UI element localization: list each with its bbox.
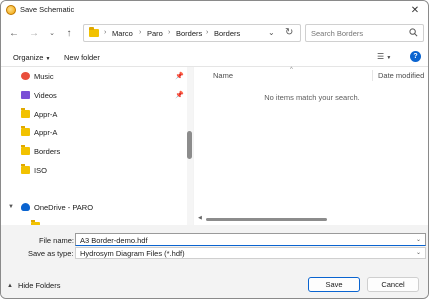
up-button[interactable]: ↑ bbox=[62, 26, 76, 40]
column-divider[interactable] bbox=[372, 70, 373, 81]
cancel-button[interactable]: Cancel bbox=[367, 277, 419, 292]
hide-folders-label: Hide Folders bbox=[17, 281, 61, 290]
nav-item-appr-a[interactable]: Appr-A bbox=[21, 107, 57, 121]
nav-item-label: Borders bbox=[34, 146, 61, 156]
filename-field[interactable]: A3 Border-demo.hdf ⌄ bbox=[75, 233, 426, 246]
chevron-right-icon: › bbox=[206, 29, 209, 36]
navigation-scrollbar-thumb[interactable] bbox=[187, 131, 192, 159]
chevron-down-icon: ⌄ bbox=[49, 30, 55, 37]
folder-icon bbox=[21, 164, 30, 174]
sort-up-icon: ^ bbox=[290, 67, 293, 73]
music-icon bbox=[21, 72, 30, 80]
pin-icon[interactable]: 📌 bbox=[175, 91, 184, 99]
chevron-right-icon: › bbox=[168, 29, 171, 36]
organize-label: Organize bbox=[13, 53, 44, 62]
nav-item-label: ISO bbox=[34, 165, 47, 175]
folder-icon bbox=[21, 126, 30, 136]
command-bar: Organize ▼ New folder ☰ ▼ ? bbox=[1, 47, 428, 67]
recent-locations-button[interactable]: ⌄ bbox=[45, 26, 59, 40]
arrow-right-icon: → bbox=[29, 27, 39, 39]
view-options-button[interactable]: ☰ ▼ bbox=[377, 52, 391, 61]
column-header-date-modified[interactable]: Date modified bbox=[378, 71, 424, 80]
list-view-icon: ☰ bbox=[377, 52, 385, 61]
chevron-down-icon[interactable]: ⌄ bbox=[416, 236, 421, 243]
close-icon: ✕ bbox=[410, 4, 420, 16]
hide-folders-button[interactable]: ▲ Hide Folders bbox=[7, 281, 60, 290]
breadcrumb-item[interactable]: Borders bbox=[214, 29, 240, 38]
organize-button[interactable]: Organize ▼ bbox=[13, 53, 50, 62]
search-icon bbox=[409, 28, 418, 37]
navigation-bar: ← → ⌄ ↑ › Marco › Paro › Borders › Borde… bbox=[1, 19, 428, 47]
window-title: Save Schematic bbox=[20, 5, 75, 14]
search-input[interactable]: Search Borders bbox=[311, 29, 363, 38]
arrow-left-icon: ← bbox=[9, 27, 19, 39]
address-bar[interactable]: › Marco › Paro › Borders › Borders ⌄ ↻ bbox=[83, 24, 301, 42]
chevron-right-icon: › bbox=[104, 29, 107, 36]
new-folder-button[interactable]: New folder bbox=[64, 53, 100, 62]
filetype-value: Hydrosym Diagram Files (*.hdf) bbox=[80, 249, 185, 258]
arrow-up-icon: ↑ bbox=[66, 27, 72, 39]
chevron-down-icon: ⌄ bbox=[415, 250, 421, 256]
nav-item-label: Appr-A bbox=[34, 109, 58, 119]
folder-icon bbox=[21, 145, 30, 155]
caret-down-icon: ▼ bbox=[45, 56, 51, 62]
folder-icon bbox=[89, 27, 99, 37]
save-dialog: Save Schematic ✕ ← → ⌄ ↑ › Marco › Paro … bbox=[0, 0, 429, 299]
filetype-select[interactable]: Hydrosym Diagram Files (*.hdf) ⌄ bbox=[75, 247, 426, 259]
scroll-left-icon[interactable]: ◀ bbox=[198, 215, 202, 221]
breadcrumb-item[interactable]: Paro bbox=[147, 29, 163, 38]
nav-item-label: Appr-A bbox=[34, 127, 58, 137]
caret-up-icon: ▲ bbox=[7, 282, 13, 289]
nav-item-music[interactable]: Music bbox=[21, 69, 54, 83]
save-form: File name: A3 Border-demo.hdf ⌄ Save as … bbox=[1, 225, 428, 298]
refresh-icon[interactable]: ↻ bbox=[285, 27, 293, 38]
nav-item-iso[interactable]: ISO bbox=[21, 163, 47, 177]
video-icon bbox=[21, 91, 30, 99]
breadcrumb-item[interactable]: Marco bbox=[112, 29, 133, 38]
nav-item-videos[interactable]: Videos bbox=[21, 88, 57, 102]
filename-label: File name: bbox=[39, 236, 75, 245]
help-button[interactable]: ? bbox=[410, 51, 421, 62]
address-dropdown-icon[interactable]: ⌄ bbox=[268, 28, 275, 37]
back-button[interactable]: ← bbox=[7, 26, 21, 40]
app-icon bbox=[6, 5, 16, 15]
horizontal-scrollbar-thumb[interactable] bbox=[206, 218, 327, 221]
nav-item-onedrive[interactable]: OneDrive - PARO bbox=[21, 200, 93, 214]
folder-icon bbox=[21, 108, 30, 118]
nav-item-appr-a[interactable]: Appr-A bbox=[21, 125, 57, 139]
nav-item-label: Videos bbox=[34, 90, 57, 100]
chevron-down-icon[interactable]: ▼ bbox=[8, 204, 14, 210]
cloud-icon bbox=[21, 203, 30, 211]
chevron-right-icon: › bbox=[139, 29, 142, 36]
pin-icon[interactable]: 📌 bbox=[175, 72, 184, 80]
search-box[interactable]: Search Borders bbox=[305, 24, 424, 42]
empty-message: No items match your search. bbox=[264, 93, 360, 102]
title-bar: Save Schematic ✕ bbox=[1, 1, 428, 19]
caret-down-icon: ▼ bbox=[386, 55, 392, 61]
close-button[interactable]: ✕ bbox=[402, 1, 428, 19]
filename-value: A3 Border-demo.hdf bbox=[80, 236, 148, 245]
breadcrumb-item[interactable]: Borders bbox=[176, 29, 202, 38]
nav-item-label: Music bbox=[34, 71, 54, 81]
column-header-name[interactable]: Name bbox=[213, 71, 233, 80]
nav-item-borders[interactable]: Borders bbox=[21, 144, 60, 158]
save-button[interactable]: Save bbox=[308, 277, 360, 292]
nav-item-label: OneDrive - PARO bbox=[34, 202, 94, 212]
file-list: ^ Name Date modified No items match your… bbox=[194, 67, 428, 225]
navigation-pane: Music 📌 Videos 📌 Appr-A Appr-A Borders I… bbox=[1, 67, 193, 225]
filetype-label: Save as type: bbox=[28, 249, 74, 258]
horizontal-scrollbar[interactable]: ◀ bbox=[194, 215, 428, 222]
forward-button[interactable]: → bbox=[27, 26, 41, 40]
